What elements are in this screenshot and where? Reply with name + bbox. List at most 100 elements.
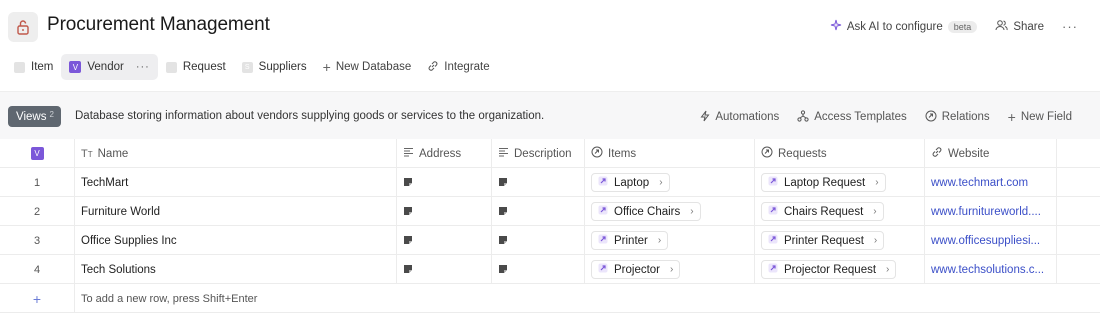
description-cell[interactable]: [492, 197, 585, 226]
column-header-items[interactable]: Items: [585, 139, 755, 168]
items-cell[interactable]: Printer ›: [585, 226, 755, 255]
name-cell[interactable]: Office Supplies Inc: [75, 226, 397, 255]
name-cell[interactable]: Furniture World: [75, 197, 397, 226]
item-chip[interactable]: Projector ›: [591, 260, 681, 279]
header-actions: Ask AI to configure beta Share ···: [830, 19, 1078, 34]
column-header-website[interactable]: Website: [925, 139, 1057, 168]
request-chip[interactable]: Projector Request ›: [761, 260, 897, 279]
requests-cell[interactable]: Projector Request ›: [755, 255, 925, 284]
requests-cell[interactable]: Printer Request ›: [755, 226, 925, 255]
tab-label: Suppliers: [258, 61, 307, 73]
column-label: Description: [514, 147, 572, 160]
address-cell[interactable]: [397, 226, 492, 255]
extra-cell: [1057, 255, 1100, 284]
select-all-cell[interactable]: V: [0, 139, 75, 168]
record-link-icon: [768, 234, 778, 247]
item-tab-icon: [14, 61, 25, 73]
record-link-icon: [598, 176, 608, 189]
name-cell[interactable]: TechMart: [75, 168, 397, 197]
row-number: 2: [33, 205, 41, 218]
share-button[interactable]: Share: [995, 19, 1044, 34]
name-cell[interactable]: Tech Solutions: [75, 255, 397, 284]
column-label: Items: [608, 147, 637, 160]
website-link[interactable]: www.techsolutions.c...: [931, 264, 1044, 276]
record-link-icon: [768, 263, 778, 276]
request-chip-label: Chairs Request: [784, 205, 864, 218]
column-header-address[interactable]: Address: [397, 139, 492, 168]
request-chip-label: Laptop Request: [784, 176, 866, 189]
add-row-plus-cell[interactable]: +: [0, 284, 75, 313]
tab-item[interactable]: Item: [6, 54, 61, 80]
vendor-badge-icon: V: [30, 147, 44, 160]
website-cell[interactable]: www.officesuppliesi...: [925, 226, 1057, 255]
access-templates-button[interactable]: Access Templates: [797, 109, 907, 125]
website-link[interactable]: www.furnitureworld....: [931, 206, 1041, 218]
website-cell[interactable]: www.techmart.com: [925, 168, 1057, 197]
views-label: Views: [16, 110, 47, 123]
extra-cell: [1057, 226, 1100, 255]
database-toolbar: Views 2 Database storing information abo…: [0, 91, 1100, 139]
record-link-icon: [598, 234, 608, 247]
more-options-button[interactable]: ···: [1062, 19, 1078, 34]
note-icon: [403, 176, 413, 190]
suppliers-tab-icon: S: [241, 61, 253, 73]
table-row[interactable]: 2 Furniture World Office Chairs › Chairs…: [0, 197, 1100, 226]
column-header-description[interactable]: Description: [492, 139, 585, 168]
new-field-button[interactable]: + New Field: [1008, 109, 1072, 125]
tab-label: Vendor: [87, 61, 124, 73]
chevron-right-icon: ›: [875, 177, 879, 188]
website-cell[interactable]: www.techsolutions.c...: [925, 255, 1057, 284]
address-cell[interactable]: [397, 197, 492, 226]
items-cell[interactable]: Office Chairs ›: [585, 197, 755, 226]
link-icon: [427, 60, 439, 75]
link-icon: [931, 146, 943, 161]
views-button[interactable]: Views 2: [8, 106, 61, 127]
description-cell[interactable]: [492, 226, 585, 255]
integrate-button[interactable]: Integrate: [419, 54, 497, 80]
tab-request[interactable]: Request: [158, 54, 234, 80]
website-cell[interactable]: www.furnitureworld....: [925, 197, 1057, 226]
ask-ai-button[interactable]: Ask AI to configure beta: [830, 19, 978, 34]
request-chip[interactable]: Printer Request ›: [761, 231, 885, 250]
vendor-tab-icon: V: [69, 61, 82, 73]
lock-open-icon[interactable]: [8, 12, 38, 42]
table-row[interactable]: 4 Tech Solutions Projector › Projector R…: [0, 255, 1100, 284]
items-cell[interactable]: Projector ›: [585, 255, 755, 284]
item-chip[interactable]: Office Chairs ›: [591, 202, 701, 221]
requests-cell[interactable]: Laptop Request ›: [755, 168, 925, 197]
tab-suppliers[interactable]: S Suppliers: [234, 54, 315, 80]
item-chip-label: Printer: [614, 234, 648, 247]
new-database-button[interactable]: + New Database: [315, 54, 420, 80]
row-number-cell: 1: [0, 168, 75, 197]
address-cell[interactable]: [397, 255, 492, 284]
description-cell[interactable]: [492, 168, 585, 197]
table-row[interactable]: 3 Office Supplies Inc Printer › Printer …: [0, 226, 1100, 255]
item-chip-label: Office Chairs: [614, 205, 681, 218]
automations-button[interactable]: Automations: [700, 110, 779, 125]
description-cell[interactable]: [492, 255, 585, 284]
website-link[interactable]: www.techmart.com: [931, 177, 1028, 189]
column-label: Requests: [778, 147, 827, 160]
requests-cell[interactable]: Chairs Request ›: [755, 197, 925, 226]
website-link[interactable]: www.officesuppliesi...: [931, 235, 1040, 247]
tab-more-button[interactable]: ···: [136, 61, 150, 73]
relations-button[interactable]: Relations: [925, 110, 990, 125]
chevron-right-icon: ›: [659, 177, 663, 188]
item-chip[interactable]: Laptop ›: [591, 173, 670, 192]
request-tab-icon: [165, 61, 177, 73]
relations-label: Relations: [941, 111, 990, 123]
tab-vendor[interactable]: V Vendor ···: [61, 54, 158, 80]
row-number: 3: [33, 234, 41, 247]
table-row[interactable]: 1 TechMart Laptop › Laptop Request › www…: [0, 168, 1100, 197]
note-icon: [403, 263, 413, 277]
address-cell[interactable]: [397, 168, 492, 197]
column-header-requests[interactable]: Requests: [755, 139, 925, 168]
request-chip[interactable]: Chairs Request ›: [761, 202, 884, 221]
request-chip[interactable]: Laptop Request ›: [761, 173, 886, 192]
items-cell[interactable]: Laptop ›: [585, 168, 755, 197]
add-row[interactable]: + To add a new row, press Shift+Enter: [0, 284, 1100, 313]
add-row-hint-cell[interactable]: To add a new row, press Shift+Enter: [75, 284, 675, 313]
column-header-name[interactable]: TT Name: [75, 139, 397, 168]
relation-icon: [761, 146, 773, 161]
item-chip[interactable]: Printer ›: [591, 231, 669, 250]
